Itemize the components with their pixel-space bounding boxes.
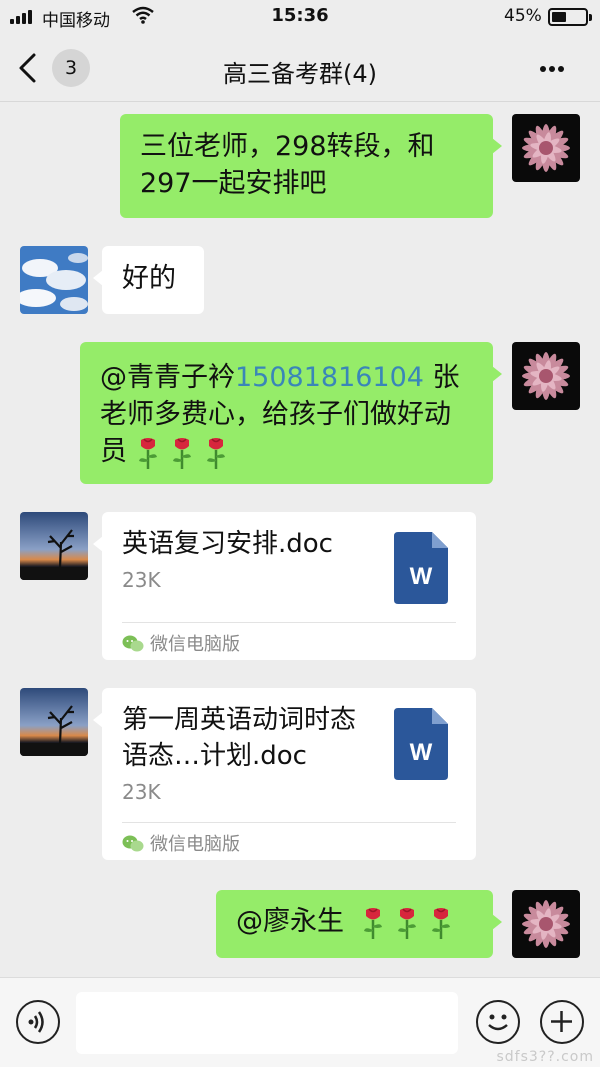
input-bar: sdfs3??.com: [0, 977, 600, 1067]
phone-number-link[interactable]: 15081816104: [235, 362, 424, 393]
mention-text: @青青子衿: [100, 362, 235, 393]
rose-emoji-icon: [169, 436, 195, 470]
voice-icon[interactable]: [16, 1000, 60, 1044]
avatar-tree[interactable]: [20, 688, 88, 756]
word-doc-icon: [394, 532, 448, 604]
watermark: sdfs3??.com: [496, 1049, 594, 1065]
wechat-mini-icon: [122, 835, 144, 853]
message-bubble-self[interactable]: @青青子衿15081816104 张老师多费心，给孩子们做好动员: [80, 342, 502, 484]
message-bubble-other[interactable]: 好的: [93, 246, 204, 314]
message-text: @廖永生: [236, 906, 344, 937]
rose-emoji-icon: [203, 436, 229, 470]
message-bubble-self[interactable]: 三位老师，298转段，和297一起安排吧: [120, 114, 502, 218]
file-source: 微信电脑版: [122, 830, 240, 856]
file-size: 23K: [122, 780, 161, 804]
battery-percent: 45%: [504, 6, 542, 26]
word-doc-icon: [394, 708, 448, 780]
rose-emoji-icon: [360, 906, 386, 940]
status-bar: 中国移动 15:36 45%: [0, 0, 600, 34]
rose-emoji-icon: [428, 906, 454, 940]
divider: [122, 622, 456, 623]
file-name: 英语复习安排.doc: [122, 529, 333, 559]
message-input[interactable]: [76, 992, 458, 1054]
chat-title: 高三备考群(4): [223, 60, 377, 88]
wechat-mini-icon: [122, 635, 144, 653]
file-name: 第一周英语动词时态语态…计划.doc: [122, 705, 357, 771]
avatar-self[interactable]: [512, 342, 580, 410]
plus-icon[interactable]: [540, 1000, 584, 1044]
avatar-sky[interactable]: [20, 246, 88, 314]
message-bubble-self[interactable]: @廖永生: [216, 890, 502, 958]
chat-header: 3 高三备考群(4): [0, 34, 600, 102]
file-message-card[interactable]: 英语复习安排.doc 23K 微信电脑版: [93, 512, 476, 660]
battery-icon: [548, 8, 592, 26]
avatar-self[interactable]: [512, 890, 580, 958]
file-size: 23K: [122, 568, 161, 592]
more-dots-icon[interactable]: [530, 56, 574, 80]
divider: [122, 822, 456, 823]
emoji-icon[interactable]: [476, 1000, 520, 1044]
file-message-card[interactable]: 第一周英语动词时态语态…计划.doc 23K 微信电脑版: [93, 688, 476, 860]
rose-emoji-icon: [394, 906, 420, 940]
message-text: 好的: [122, 263, 176, 294]
message-text: 三位老师，298转段，和297一起安排吧: [140, 131, 435, 199]
avatar-tree[interactable]: [20, 512, 88, 580]
avatar-self[interactable]: [512, 114, 580, 182]
file-source: 微信电脑版: [122, 630, 240, 656]
rose-emoji-icon: [135, 436, 161, 470]
